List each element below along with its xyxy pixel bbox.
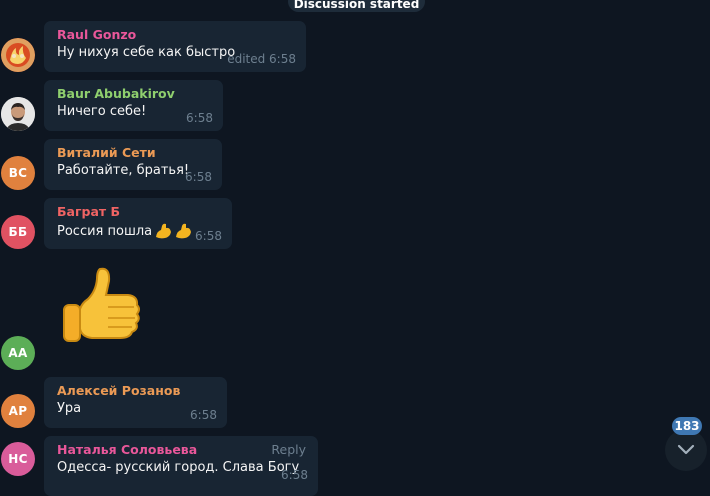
unread-count: 183 — [674, 419, 700, 433]
message-bubble[interactable]: Алексей Розанов Ура 6:58 — [44, 377, 227, 428]
avatar[interactable]: АР — [1, 394, 35, 428]
avatar-initials: НС — [8, 452, 28, 466]
avatar-initials: ВС — [8, 166, 28, 180]
message-time: 6:58 — [281, 468, 308, 482]
flame-logo-icon — [1, 38, 35, 72]
avatar[interactable]: АА — [1, 336, 35, 370]
message-bubble[interactable]: Баграт Б Россия пошла 6:58 — [44, 198, 232, 249]
service-message: Discussion started — [288, 0, 425, 12]
message-text-content: Россия пошла — [57, 223, 153, 239]
chevron-down-icon — [677, 444, 695, 455]
avatar[interactable]: НС — [1, 442, 35, 476]
message-time: 6:58 — [195, 229, 222, 243]
avatar-initials: ББ — [8, 225, 28, 239]
unread-count-badge: 183 — [672, 417, 702, 435]
sender-name[interactable]: Baur Abubakirov — [57, 86, 223, 103]
message-bubble[interactable]: Raul Gonzo Ну нихуя себе как быстро edit… — [44, 21, 306, 72]
message-time: edited 6:58 — [227, 52, 296, 66]
reply-button[interactable]: Reply — [271, 442, 306, 457]
message-text: Одесса- русский город. Слава Богу — [57, 460, 300, 475]
message-time: 6:58 — [185, 170, 212, 184]
scroll-to-bottom-button[interactable] — [665, 429, 707, 471]
message-bubble[interactable]: Виталий Сети Работайте, братья! 6:58 — [44, 139, 222, 190]
avatar-initials: АА — [8, 346, 28, 360]
message-bubble[interactable]: Наталья Соловьева Reply Одесса- русский … — [44, 436, 318, 496]
thumbs-up-sticker[interactable] — [62, 265, 144, 349]
message-time: 6:58 — [186, 111, 213, 125]
avatar-initials: АР — [8, 404, 28, 418]
thumbs-up-icon — [63, 267, 140, 342]
sender-name[interactable]: Баграт Б — [57, 204, 232, 221]
user-photo-icon — [1, 97, 35, 131]
avatar[interactable] — [1, 97, 35, 131]
avatar[interactable]: ББ — [1, 215, 35, 249]
message-bubble[interactable]: Baur Abubakirov Ничего себе! 6:58 — [44, 80, 223, 131]
avatar[interactable] — [1, 38, 35, 72]
message-time: 6:58 — [190, 408, 217, 422]
sender-name[interactable]: Raul Gonzo — [57, 27, 306, 44]
avatar[interactable]: ВС — [1, 156, 35, 190]
sender-name[interactable]: Алексей Розанов — [57, 383, 227, 400]
sender-name[interactable]: Виталий Сети — [57, 145, 222, 162]
service-message-text: Discussion started — [293, 0, 420, 11]
flexed-biceps-emoji-icon — [156, 223, 192, 239]
